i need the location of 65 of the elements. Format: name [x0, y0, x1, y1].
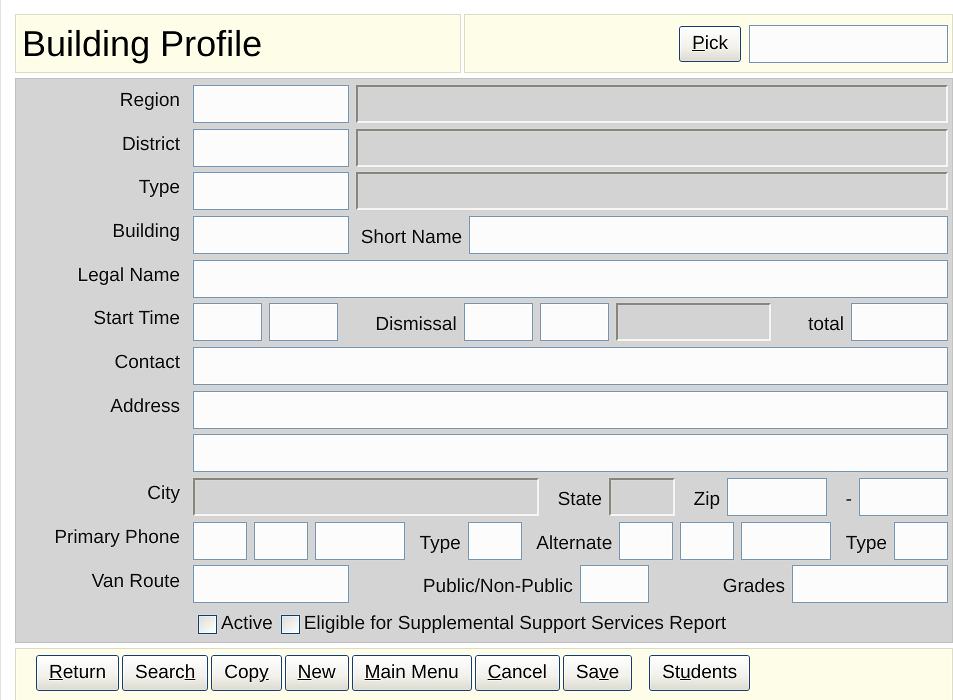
field-label: District: [120, 132, 181, 156]
input-field[interactable]: [858, 478, 948, 516]
input-field[interactable]: [468, 522, 522, 560]
input-field[interactable]: [741, 522, 832, 560]
input-field[interactable]: [193, 522, 247, 560]
field-label: Region: [118, 89, 181, 112]
input-field[interactable]: [464, 303, 533, 342]
action-button[interactable]: Copy: [211, 655, 282, 691]
field-label: Short Name: [360, 226, 462, 249]
action-button[interactable]: Return: [36, 655, 120, 691]
field-label: City: [146, 482, 181, 506]
input-field[interactable]: [254, 522, 308, 560]
action-button[interactable]: Students: [649, 655, 750, 691]
pick-field[interactable]: [749, 24, 948, 62]
field-label: State: [556, 488, 602, 512]
field-label: Address: [109, 394, 181, 418]
field-label: Contact: [114, 351, 181, 374]
field-label: Building: [111, 220, 181, 244]
field-label: Dismissal: [374, 313, 457, 336]
field-label: -: [844, 488, 852, 512]
input-field[interactable]: [193, 128, 349, 167]
input-field[interactable]: [193, 390, 948, 429]
field-label: Start Time: [92, 307, 181, 330]
field-label: Type: [138, 176, 181, 200]
input-field[interactable]: [540, 303, 609, 342]
input-field[interactable]: [851, 303, 948, 342]
action-button[interactable]: Cancel: [474, 655, 560, 691]
field-label: total: [807, 313, 844, 336]
input-field[interactable]: [193, 172, 349, 210]
field-label: Van Route: [90, 570, 181, 593]
action-button[interactable]: Main Menu: [352, 655, 472, 691]
readonly-field: [609, 478, 675, 516]
field-label: Alternate: [535, 532, 612, 555]
field-label: Grades: [722, 575, 785, 598]
input-field[interactable]: [193, 303, 262, 342]
input-field[interactable]: [269, 303, 338, 342]
input-field[interactable]: [193, 346, 948, 385]
input-field[interactable]: [193, 434, 948, 472]
input-field[interactable]: [193, 84, 349, 123]
field-label: Type: [844, 532, 887, 555]
input-field[interactable]: [193, 565, 349, 604]
input-field[interactable]: [193, 216, 349, 254]
field-label: Type: [418, 532, 461, 555]
input-field[interactable]: [580, 565, 649, 604]
input-field[interactable]: [619, 522, 674, 560]
input-field[interactable]: [727, 478, 828, 516]
pick-button[interactable]: Pick: [679, 26, 741, 62]
action-button[interactable]: New: [284, 655, 349, 691]
input-field[interactable]: [193, 260, 948, 298]
field-label: Legal Name: [76, 264, 181, 287]
page-title: Building Profile: [22, 22, 262, 64]
field-label: Primary Phone: [53, 526, 181, 549]
action-button[interactable]: Save: [562, 655, 632, 691]
input-field[interactable]: [315, 522, 405, 560]
checkbox[interactable]: [280, 614, 300, 634]
checkbox[interactable]: [198, 614, 217, 634]
input-field[interactable]: [894, 522, 948, 560]
input-field[interactable]: [469, 216, 948, 254]
input-field[interactable]: [680, 522, 734, 560]
checkbox-label: Active: [221, 613, 273, 636]
input-field[interactable]: [792, 565, 948, 604]
action-button[interactable]: Search: [122, 655, 208, 691]
field-label: Public/Non-Public: [422, 575, 573, 598]
checkbox-label: Eligible for Supplemental Support Services Report: [304, 613, 726, 636]
field-label: Zip: [692, 488, 720, 512]
